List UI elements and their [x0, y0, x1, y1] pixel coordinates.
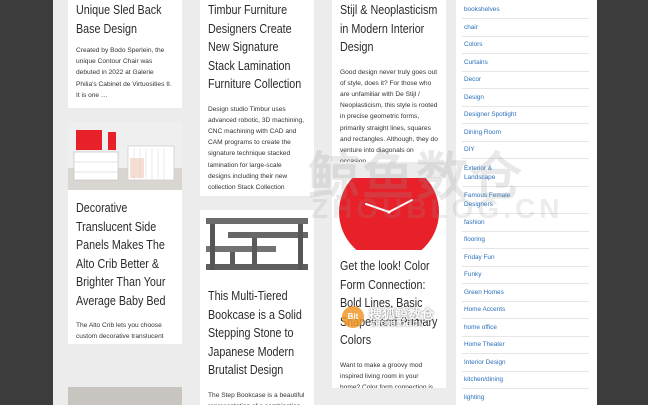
sidebar-divider — [462, 300, 589, 302]
sidebar-divider — [462, 123, 589, 124]
post-card[interactable]: Timbur Furniture Designers Create New Si… — [200, 0, 314, 196]
red-clock-image — [339, 178, 439, 262]
sidebar-category-link[interactable]: Funky — [464, 271, 481, 279]
post-title[interactable]: Stijl & Neoplasticism in Modern Interior… — [340, 1, 438, 57]
post-thumbnail[interactable] — [200, 210, 314, 280]
post-card[interactable]: Stijl & Neoplasticism in Modern Interior… — [332, 0, 446, 162]
sidebar-category-link[interactable]: Decor — [464, 76, 481, 84]
sidebar-category-link[interactable]: Colors — [464, 41, 482, 49]
post-title[interactable]: This Multi-Tiered Bookcase is a Solid St… — [208, 287, 306, 380]
sidebar-divider — [462, 53, 589, 54]
post-thumbnail[interactable] — [332, 178, 446, 262]
sidebar-divider — [462, 370, 589, 372]
sidebar-category-link[interactable]: DIY — [464, 146, 475, 154]
page-content: Unique Sled Back Base Design Created by … — [53, 0, 597, 405]
post-thumbnail[interactable] — [68, 122, 182, 190]
post-excerpt: Design studio Timbur uses advanced robot… — [208, 105, 305, 191]
sidebar-divider — [462, 185, 589, 187]
sidebar-divider — [462, 335, 589, 337]
post-title[interactable]: Get the look! Color Form Connection: Bol… — [340, 257, 438, 350]
crib-image — [68, 122, 182, 190]
sidebar-category-link[interactable]: Green Homes — [464, 289, 504, 297]
post-excerpt: Want to make a groovy mod inspired livin… — [340, 361, 434, 389]
sidebar-category-link[interactable]: Designer Spotlight — [464, 111, 516, 119]
sidebar-category-link[interactable]: fashion — [464, 219, 485, 227]
sidebar-category-link[interactable]: Home Theater — [464, 341, 505, 349]
sidebar-category-link[interactable]: bookshelves — [464, 6, 500, 14]
sidebar-divider — [462, 248, 589, 249]
sidebar-divider — [462, 318, 589, 319]
post-excerpt: Good design never truly goes out of styl… — [340, 68, 438, 163]
sidebar-category-link[interactable]: Famous Female Designers — [464, 191, 524, 209]
sidebar-divider — [462, 265, 589, 267]
sidebar-category-link[interactable]: Friday Fun — [464, 254, 495, 262]
sidebar-category-link[interactable]: chair — [464, 24, 478, 32]
post-excerpt: The Alto Crib lets you choose custom dec… — [76, 322, 164, 341]
sidebar-divider — [462, 213, 589, 214]
post-thumbnail[interactable] — [68, 387, 182, 405]
sidebar-divider — [462, 283, 589, 284]
sidebar-divider — [462, 18, 589, 19]
sidebar-category-link[interactable]: Curtains — [464, 59, 488, 67]
sidebar-divider — [462, 105, 589, 107]
sidebar-category-link[interactable]: Design — [464, 94, 484, 102]
bookcase-image — [206, 218, 308, 270]
sidebar-divider — [462, 140, 589, 142]
sidebar-divider — [462, 353, 589, 354]
post-title[interactable]: Timbur Furniture Designers Create New Si… — [208, 1, 306, 94]
sidebar-categories: bookshelves chair Colors Curtains Decor Desig… — [456, 0, 597, 405]
post-excerpt: Created by Bodo Sperlein, the unique Con… — [76, 47, 172, 99]
sidebar-category-link[interactable]: flooring — [464, 236, 485, 244]
sidebar-category-link[interactable]: Interior Design — [464, 359, 506, 367]
post-title[interactable]: Unique Sled Back Base Design — [76, 1, 174, 38]
post-card[interactable]: Unique Sled Back Base Design Created by … — [68, 0, 182, 108]
sidebar-category-link[interactable]: Dining Room — [464, 129, 501, 137]
sidebar-divider — [462, 70, 589, 72]
sidebar-divider — [462, 388, 589, 389]
sidebar-category-link[interactable]: lighting — [464, 394, 484, 402]
post-card[interactable]: Get the look! Color Form Connection: Bol… — [332, 178, 446, 388]
post-excerpt: The Step Bookcase is a beautiful represe… — [208, 391, 305, 405]
post-card[interactable]: This Multi-Tiered Bookcase is a Solid St… — [200, 210, 314, 405]
sidebar-divider — [462, 35, 589, 37]
post-title[interactable]: Decorative Translucent Side Panels Makes… — [76, 199, 174, 310]
sidebar-category-link[interactable]: Exterior & Landscape — [464, 164, 524, 182]
sidebar-divider — [462, 158, 589, 159]
post-card[interactable] — [68, 387, 182, 405]
sidebar-category-link[interactable]: kitchen/dining — [464, 376, 503, 384]
post-card[interactable]: Decorative Translucent Side Panels Makes… — [68, 122, 182, 344]
sidebar-divider — [462, 88, 589, 89]
sidebar-category-link[interactable]: Home Accents — [464, 306, 505, 314]
sidebar-divider — [462, 230, 589, 232]
sidebar-category-link[interactable]: home office — [464, 324, 497, 332]
